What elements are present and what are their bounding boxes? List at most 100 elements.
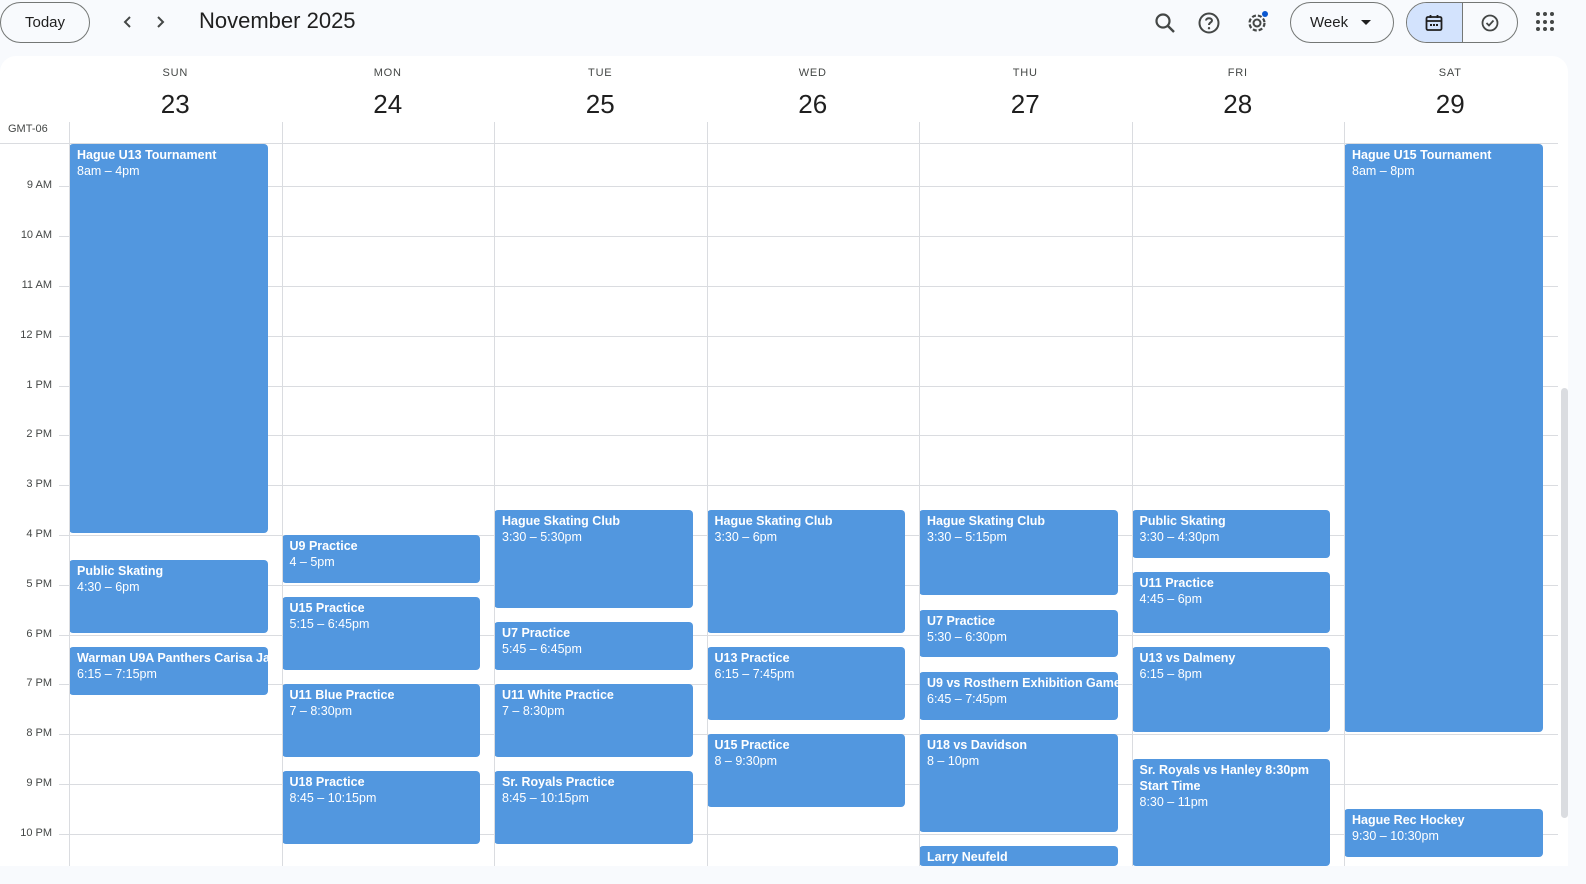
event-title: U9 Practice [289, 538, 358, 553]
calendar-event[interactable]: U15 Practice 5:15 – 6:45pm [281, 597, 480, 670]
event-title: U11 White Practice [502, 688, 614, 703]
hour-gridline [59, 435, 1558, 437]
today-button[interactable]: Today [0, 2, 90, 43]
calendar-event[interactable]: Public Skating 4:30 – 6pm [69, 559, 268, 633]
event-title: Public Skating [77, 563, 164, 578]
view-selector[interactable]: Week [1290, 2, 1394, 43]
calendar-event[interactable]: Hague Rec Hockey 9:30 – 10:30pm [1344, 808, 1543, 857]
calendar-event[interactable]: Hague Skating Club 3:30 – 6pm [706, 510, 905, 633]
event-time: 5:15 – 6:45pm [289, 617, 370, 632]
help-icon [1198, 12, 1220, 34]
calendar-event[interactable]: U7 Practice 5:45 – 6:45pm [494, 622, 693, 670]
calendar-event[interactable]: U7 Practice 5:30 – 6:30pm [919, 609, 1118, 658]
calendar-event[interactable]: U13 vs Dalmeny 6:15 – 8pm [1131, 646, 1330, 733]
hour-gridline [59, 485, 1558, 487]
hour-label: 8 PM [26, 727, 52, 740]
calendar-event[interactable]: Warman U9A Panthers Carisa Ja 6:15 – 7:15… [69, 646, 268, 695]
day-divider [1131, 122, 1133, 866]
calendar-event[interactable]: U11 White Practice 7 – 8:30pm [494, 684, 693, 758]
calendar-event[interactable]: U18 Practice 8:45 – 10:15pm [281, 771, 480, 845]
day-header-sat[interactable]: SAT 29 [1344, 56, 1557, 144]
week-grid: GMT-06 9 AM 10 AM 11 AM 12 PM 1 PM 2 PM 3 PM 4 … [0, 56, 1568, 866]
settings-icon [1248, 11, 1268, 32]
vertical-scrollbar[interactable] [1561, 388, 1568, 818]
hour-gridline [59, 335, 1558, 337]
calendar-event[interactable]: Sr. Royals vs Hanley 8:30pm Start Time 8:… [1131, 759, 1330, 866]
calendar-event[interactable]: Sr. Royals Practice 8:45 – 10:15pm [494, 771, 693, 845]
calendar-view-button[interactable] [1407, 3, 1463, 42]
event-time: 7 – 8:30pm [502, 704, 565, 719]
event-time: 9:30 – 10:30pm [1352, 828, 1439, 843]
hour-gridline [59, 186, 1558, 188]
calendar-event[interactable]: Hague U13 Tournament 8am – 4pm [69, 144, 268, 533]
tasks-view-button[interactable] [1463, 3, 1518, 42]
event-time: 5:45 – 6:45pm [502, 642, 582, 657]
event-time: 6:45 – 7:45pm [927, 691, 1007, 706]
apps-grid-button[interactable] [1536, 12, 1556, 32]
event-time: 6:15 – 8pm [1139, 666, 1203, 681]
calendar-event[interactable]: U13 Practice 6:15 – 7:45pm [706, 646, 905, 720]
event-time: 7 – 8:30pm [289, 704, 353, 719]
event-time: 8:45 – 10:15pm [289, 791, 377, 806]
calendar-event[interactable]: U15 Practice 8 – 9:30pm [706, 734, 905, 807]
calendar-event[interactable]: Hague Skating Club 3:30 – 5:15pm [919, 510, 1118, 596]
day-name: SUN [162, 67, 189, 79]
calendar-event[interactable]: Hague Skating Club 3:30 – 5:30pm [494, 510, 693, 608]
hour-label: 7 PM [26, 677, 52, 690]
event-time: 3:30 – 5:30pm [502, 530, 582, 545]
day-date[interactable]: 27 [919, 89, 1132, 120]
day-name: THU [1012, 67, 1038, 79]
event-title: U9 vs Rosthern Exhibition Game [927, 675, 1118, 690]
hour-label: 5 PM [26, 577, 52, 590]
event-time: 4:45 – 6pm [1139, 592, 1203, 607]
event-time: 6:15 – 7:45pm [714, 666, 795, 681]
day-name: TUE [588, 67, 613, 79]
event-title: Hague U15 Tournament [1352, 148, 1492, 162]
event-title: Sr. Royals Practice [502, 775, 615, 790]
day-header-mon[interactable]: MON 24 [282, 56, 495, 144]
day-header-sun[interactable]: SUN 23 [69, 56, 282, 144]
hour-label: 9 PM [26, 776, 52, 789]
day-date[interactable]: 23 [69, 89, 282, 120]
calendar-event[interactable]: Hague U15 Tournament 8am – 8pm [1344, 144, 1543, 733]
top-toolbar: Today November 2025 Week [0, 0, 1586, 50]
prev-week-button[interactable] [116, 10, 140, 34]
caret-down-icon [1361, 20, 1371, 25]
calendar-event[interactable]: U9 Practice 4 – 5pm [281, 534, 480, 583]
event-title: U15 Practice [714, 738, 790, 753]
hour-label: 3 PM [26, 478, 52, 491]
event-time: 5:30 – 6:30pm [927, 629, 1007, 644]
event-time: 4:30 – 6pm [77, 579, 140, 594]
event-title: U13 vs Dalmeny [1139, 650, 1236, 665]
help-button[interactable] [1194, 8, 1224, 38]
day-date[interactable]: 28 [1132, 89, 1345, 120]
event-time: 8:30 – 11pm [1139, 795, 1209, 810]
event-time: 8 – 9:30pm [714, 754, 778, 769]
day-header-thu[interactable]: THU 27 [919, 56, 1132, 144]
day-date[interactable]: 25 [494, 89, 707, 120]
event-title: Public Skating [1139, 514, 1226, 529]
event-title: Hague Skating Club [714, 514, 833, 529]
day-divider [919, 122, 920, 866]
day-header-wed[interactable]: WED 26 [707, 56, 920, 144]
settings-button[interactable] [1242, 8, 1272, 38]
hour-label: 10 PM [20, 826, 52, 839]
calendar-event[interactable]: Public Skating 3:30 – 4:30pm [1131, 510, 1330, 558]
calendar-event[interactable]: U11 Practice 4:45 – 6pm [1131, 572, 1330, 633]
event-title: Hague Rec Hockey [1352, 812, 1465, 827]
day-date[interactable]: 24 [282, 89, 495, 120]
day-date[interactable]: 29 [1344, 89, 1557, 120]
calendar-event[interactable]: Larry Neufeld [919, 846, 1118, 866]
day-header-tue[interactable]: TUE 25 [494, 56, 707, 144]
day-date[interactable]: 26 [707, 89, 920, 120]
next-week-button[interactable] [148, 10, 172, 34]
calendar-event[interactable]: U9 vs Rosthern Exhibition Game 6:45 – 7:4… [919, 671, 1118, 720]
event-time: 8am – 8pm [1352, 164, 1415, 178]
day-header-fri[interactable]: FRI 28 [1132, 56, 1345, 144]
search-button[interactable] [1150, 8, 1180, 38]
hour-label: 2 PM [26, 428, 52, 441]
calendar-icon [1425, 14, 1443, 31]
calendar-event[interactable]: U11 Blue Practice 7 – 8:30pm [281, 684, 480, 758]
hour-label: 4 PM [26, 527, 52, 540]
calendar-event[interactable]: U18 vs Davidson 8 – 10pm [919, 734, 1118, 832]
